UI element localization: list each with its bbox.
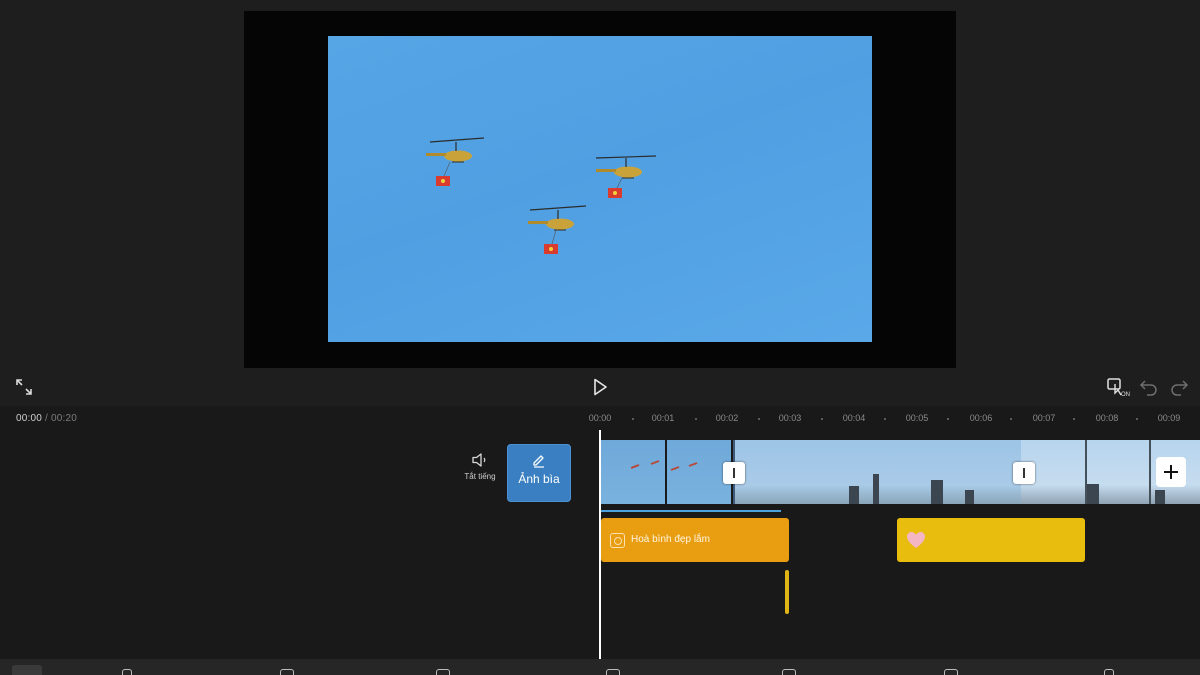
video-frame [328, 36, 872, 342]
ruler-tick: 00:07 [1032, 413, 1056, 423]
plus-icon [1164, 465, 1178, 479]
ruler-tick: 00:06 [969, 413, 993, 423]
playhead[interactable] [599, 430, 601, 659]
add-clip-button[interactable] [1156, 457, 1186, 487]
ruler-tick: 00:01 [651, 413, 675, 423]
transition-button[interactable] [1013, 462, 1035, 484]
keyframe-on-icon: ON [1107, 378, 1130, 398]
fullscreen-button[interactable] [13, 376, 35, 398]
helicopter-image [426, 137, 485, 186]
helicopter-image [595, 155, 657, 198]
playback-control-bar: ON [0, 368, 1200, 406]
text-clip-label: Hoà bình đẹp lắm [631, 534, 710, 545]
sticker-clip[interactable] [897, 518, 1085, 562]
toolbar-item[interactable] [606, 669, 620, 675]
ruler-tick: 00:00 [588, 413, 612, 423]
redo-icon [1171, 380, 1189, 396]
toolbar-item[interactable] [944, 669, 958, 675]
audio-clip-marker[interactable] [785, 570, 789, 614]
ruler-dot [821, 418, 823, 420]
text-style-icon [610, 533, 625, 548]
video-track[interactable] [601, 440, 1200, 504]
pencil-icon [533, 455, 544, 468]
play-button[interactable] [589, 376, 611, 398]
ruler-tick: 00:09 [1157, 413, 1181, 423]
toolbar-item[interactable] [436, 669, 450, 675]
toolbar-item[interactable] [122, 669, 132, 675]
ruler-dot [1073, 418, 1075, 420]
speaker-icon [472, 453, 486, 467]
ruler-dot [695, 418, 697, 420]
building-shape [965, 490, 974, 504]
toolbar-back-button[interactable] [12, 665, 42, 675]
building-shape [931, 480, 943, 504]
heart-sticker-icon [907, 532, 925, 548]
redo-button[interactable] [1168, 376, 1190, 398]
timeline-ruler[interactable]: 00:00 00:01 00:02 00:03 00:04 00:05 00:0… [588, 413, 1200, 427]
ruler-tick: 00:03 [778, 413, 802, 423]
video-clip-thumbnail [735, 440, 1021, 504]
undo-button[interactable] [1138, 376, 1160, 398]
toolbar-item[interactable] [782, 669, 796, 675]
transition-button[interactable] [723, 462, 745, 484]
helicopter-image [528, 205, 587, 254]
ruler-tick: 00:05 [905, 413, 929, 423]
current-time: 00:00 [16, 413, 43, 424]
text-clip[interactable]: Hoà bình đẹp lắm [601, 518, 789, 562]
toolbar-item[interactable] [280, 669, 294, 675]
time-display: 00:00 / 00:20 [16, 413, 77, 424]
helicopter-thumbnail [630, 440, 698, 504]
ruler-dot [1010, 418, 1012, 420]
ruler-dot [947, 418, 949, 420]
play-icon [594, 378, 607, 396]
expand-icon [16, 379, 32, 395]
ruler-dot [884, 418, 886, 420]
building-shape [1087, 484, 1099, 504]
ruler-dot [632, 418, 634, 420]
cover-image-button[interactable]: Ảnh bìa [507, 444, 571, 502]
time-separator: / [45, 413, 48, 424]
frame-divider [1149, 440, 1151, 504]
cover-label: Ảnh bìa [518, 472, 560, 486]
bottom-toolbar [0, 659, 1200, 675]
ruler-dot [758, 418, 760, 420]
video-clip-thumbnail [601, 440, 731, 504]
building-shape [873, 474, 879, 504]
preview-area [0, 0, 1200, 368]
total-duration: 00:20 [50, 413, 78, 424]
toolbar-item[interactable] [1104, 669, 1114, 675]
undo-icon [1139, 380, 1157, 396]
ruler-tick: 00:08 [1095, 413, 1119, 423]
mute-audio-button[interactable]: Tắt tiếng [458, 452, 502, 488]
ruler-tick: 00:04 [842, 413, 866, 423]
ruler-dot [1136, 418, 1138, 420]
building-shape [1155, 490, 1165, 504]
svg-text:ON: ON [1121, 392, 1130, 398]
timeline-panel: 00:00 / 00:20 00:00 00:01 00:02 00:03 00… [0, 406, 1200, 659]
building-shape [849, 486, 859, 504]
keyframe-button[interactable]: ON [1106, 376, 1132, 398]
audio-waveform-line [601, 510, 781, 512]
ruler-tick: 00:02 [715, 413, 739, 423]
video-preview-canvas[interactable] [244, 11, 956, 368]
mute-label: Tắt tiếng [464, 472, 496, 481]
